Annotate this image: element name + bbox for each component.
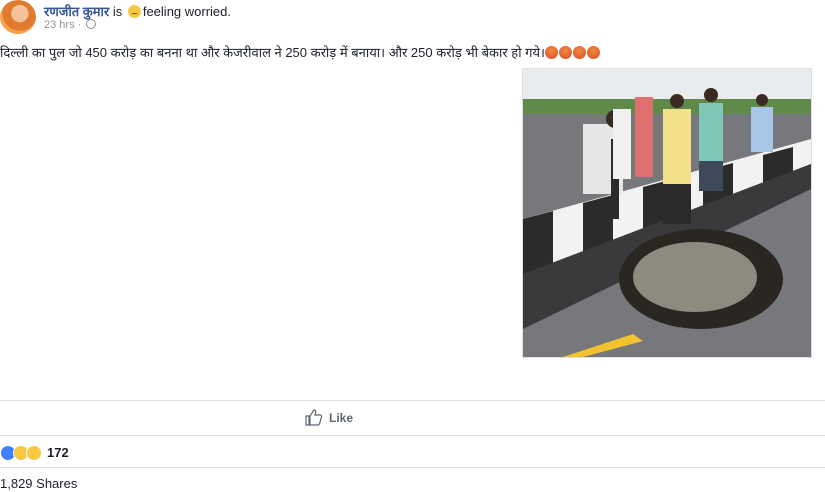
sad-reaction-icon — [26, 445, 42, 461]
post-meta: 23 hrs · — [44, 19, 97, 31]
post-text: दिल्ली का पुल जो 450 करोड़ का बनना था और… — [0, 43, 601, 61]
angry-emoji-icon — [586, 46, 600, 59]
reaction-count: 172 — [47, 445, 69, 460]
meta-separator: · — [77, 19, 82, 31]
reactions-summary[interactable]: 172 — [0, 435, 825, 468]
angry-emoji-icon — [572, 46, 586, 59]
post-header: रणजीत कुमार is feeling worried. 23 hrs · — [0, 0, 825, 40]
avatar[interactable] — [0, 0, 36, 34]
author-name[interactable]: रणजीत कुमार — [44, 4, 109, 19]
angry-emoji-icon — [544, 46, 558, 59]
post-body: दिल्ली का पुल जो 450 करोड़ का बनना था और… — [0, 45, 545, 60]
like-button[interactable]: Like — [305, 409, 353, 426]
angry-emoji-icon — [558, 46, 572, 59]
name-line: रणजीत कुमार is feeling worried. — [44, 2, 231, 20]
like-label: Like — [329, 410, 354, 425]
is-word: is — [112, 4, 123, 19]
thumbs-up-icon — [305, 409, 323, 426]
worried-emoji-icon — [127, 5, 141, 18]
post-photo[interactable] — [522, 68, 812, 358]
shares-row: 1,829 Shares — [0, 467, 825, 492]
feeling-text: feeling worried. — [142, 4, 231, 19]
globe-icon — [86, 19, 97, 29]
bridge-pothole-photo — [523, 69, 811, 357]
action-bar: Like — [0, 400, 825, 435]
shares-count[interactable]: 1,829 Shares — [0, 476, 77, 491]
timestamp[interactable]: 23 hrs — [44, 19, 75, 31]
